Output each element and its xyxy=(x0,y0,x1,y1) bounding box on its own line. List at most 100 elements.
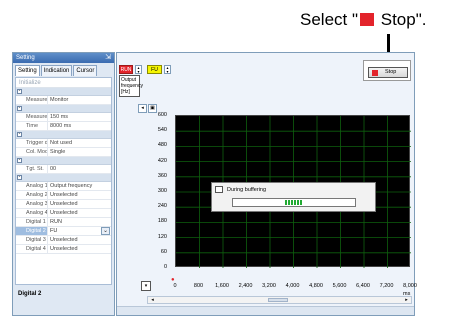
property-row[interactable]: Digital 3 Unselected xyxy=(16,236,111,245)
tab-cursor[interactable]: Cursor xyxy=(73,65,98,76)
callout-text-before: Select " xyxy=(300,10,359,29)
stop-area: Stop xyxy=(363,60,411,81)
dialog-window-icon xyxy=(215,186,223,193)
buffering-progress-bar xyxy=(232,198,356,207)
category-header[interactable]: - xyxy=(16,157,111,165)
stop-button-label: Stop xyxy=(385,69,397,75)
property-row[interactable]: Digital 1 RUN xyxy=(16,218,111,227)
pin-icon[interactable]: ⇲ xyxy=(105,53,111,63)
property-row[interactable]: Digital 4 Unselected xyxy=(16,245,111,254)
panel-title: Setting xyxy=(16,55,35,61)
y-tick-label: 180 xyxy=(157,218,167,225)
panel-titlebar: Setting ⇲ xyxy=(13,53,114,63)
x-tick-label: 4,800 xyxy=(309,283,323,289)
y-tick-label: 300 xyxy=(157,188,167,194)
property-value[interactable]: RUN xyxy=(48,218,111,226)
collapse-icon[interactable]: - xyxy=(17,132,22,137)
property-value[interactable]: Monitor xyxy=(48,96,111,104)
property-value[interactable]: 150 ms xyxy=(48,113,111,121)
property-row[interactable]: Measure byMonitor xyxy=(16,96,111,105)
property-value-text: Unselected xyxy=(50,192,78,198)
collapse-icon[interactable]: - xyxy=(17,106,22,111)
property-value[interactable]: 00 xyxy=(48,165,111,173)
dropdown-arrow-icon[interactable]: ⌄ xyxy=(101,227,110,235)
property-value[interactable]: Single xyxy=(48,148,111,156)
initialize-button[interactable]: Initialize xyxy=(16,78,111,88)
property-value-text: Unselected xyxy=(50,237,78,243)
property-name: Digital 3 xyxy=(16,236,48,244)
x-tick-label: 8,000 xyxy=(403,283,417,289)
property-value-text: Not used xyxy=(50,140,73,146)
x-tick-label: 3,200 xyxy=(262,283,276,289)
property-name: Analog 2 xyxy=(16,191,48,199)
property-value[interactable]: Unselected xyxy=(48,245,111,253)
x-tick-label: 0 xyxy=(173,283,177,289)
property-row[interactable]: Time 8000 ms xyxy=(16,122,111,131)
property-value[interactable]: Unselected xyxy=(48,191,111,199)
callout-text-after: Stop". xyxy=(376,10,427,29)
buffering-dialog: During buffering xyxy=(211,182,376,212)
run-signal-label[interactable]: RUN xyxy=(119,65,133,74)
instruction-callout: Select " Stop". xyxy=(300,10,426,30)
property-value[interactable]: Unselected xyxy=(48,200,111,208)
x-tick-label: 4,000 xyxy=(285,283,300,289)
property-value-text: Unselected xyxy=(50,201,78,207)
property-value[interactable]: 8000 ms xyxy=(48,122,111,130)
x-tick-label: 2,400 xyxy=(238,283,253,289)
category-header[interactable]: - xyxy=(16,88,111,96)
fu-spin-arrows-icon[interactable]: ▴ ▾ xyxy=(164,65,171,74)
property-row[interactable]: Tgt. St. 00 xyxy=(16,165,111,174)
collapse-icon[interactable]: - xyxy=(17,158,22,163)
x-tick-label: 1,600 xyxy=(215,283,229,289)
category-header[interactable]: - xyxy=(16,105,111,113)
property-grid: Initialize - Measure byMonitor - Measure… xyxy=(15,77,112,285)
property-value-text: Unselected xyxy=(50,246,78,252)
property-row[interactable]: Analog 1 Output frequency xyxy=(16,182,111,191)
scroll-right-icon[interactable]: ▸ xyxy=(403,297,410,303)
property-value[interactable]: Output frequency xyxy=(48,182,111,190)
y-tick-label: 480 xyxy=(157,142,167,149)
property-name: Analog 3 xyxy=(16,200,48,208)
collapse-icon[interactable]: - xyxy=(17,175,22,180)
run-spin-arrows-icon[interactable]: ▴ ▾ xyxy=(135,65,142,74)
x-tick-label: 800 xyxy=(193,283,204,289)
property-row[interactable]: Analog 4 Unselected xyxy=(16,209,111,218)
property-row[interactable]: Trigger dataNot used xyxy=(16,139,111,148)
y-tick-label: 120 xyxy=(157,233,167,240)
y-tick-label: 600 xyxy=(157,112,167,118)
panel-tabs: Setting Indication Cursor xyxy=(13,65,114,76)
fu-signal-label[interactable]: FU xyxy=(147,65,162,74)
stop-button[interactable]: Stop xyxy=(368,67,408,78)
tab-setting[interactable]: Setting xyxy=(15,65,40,76)
property-row[interactable]: Analog 2 Unselected xyxy=(16,191,111,200)
scrollbar-thumb[interactable] xyxy=(268,298,288,302)
x-tick-label: 5,600 xyxy=(332,283,347,289)
tab-indication[interactable]: Indication xyxy=(40,65,73,76)
collapse-icon[interactable]: - xyxy=(17,89,22,94)
y-tick-label: 240 xyxy=(157,203,167,210)
property-row[interactable]: Analog 3 Unselected xyxy=(16,200,111,209)
stop-square-icon xyxy=(372,70,378,76)
property-value[interactable]: Unselected xyxy=(48,236,111,244)
property-row[interactable]: Measurement150 ms xyxy=(16,113,111,122)
scroll-left-button[interactable]: ▾ xyxy=(141,281,151,291)
graph-window: RUN ▴ ▾ FU ▴ ▾ Output frequency [Hz] Stop … xyxy=(116,52,417,316)
buffering-message: During buffering xyxy=(227,187,267,193)
x-tick-label: 6,400 xyxy=(356,283,370,289)
scroll-left-icon[interactable]: ◂ xyxy=(149,297,156,303)
property-name: Col. Mode xyxy=(16,148,48,156)
property-row[interactable]: Digital 2 FU ⌄ xyxy=(16,227,111,236)
category-header[interactable]: - xyxy=(16,174,111,182)
property-value[interactable]: FU ⌄ xyxy=(48,227,111,235)
progress-fill xyxy=(285,200,303,205)
y-tick-label: 540 xyxy=(157,127,167,134)
category-header[interactable]: - xyxy=(16,131,111,139)
property-name: Digital 1 xyxy=(16,218,48,226)
property-row[interactable]: Col. ModeSingle xyxy=(16,148,111,157)
bottom-scroll-strip[interactable] xyxy=(117,306,414,315)
property-value[interactable]: Unselected xyxy=(48,209,111,217)
horizontal-scrollbar[interactable]: ◂ ▸ xyxy=(147,296,412,304)
y-tick-label: 420 xyxy=(157,157,167,164)
property-name: Analog 4 xyxy=(16,209,48,217)
property-value[interactable]: Not used xyxy=(48,139,111,147)
